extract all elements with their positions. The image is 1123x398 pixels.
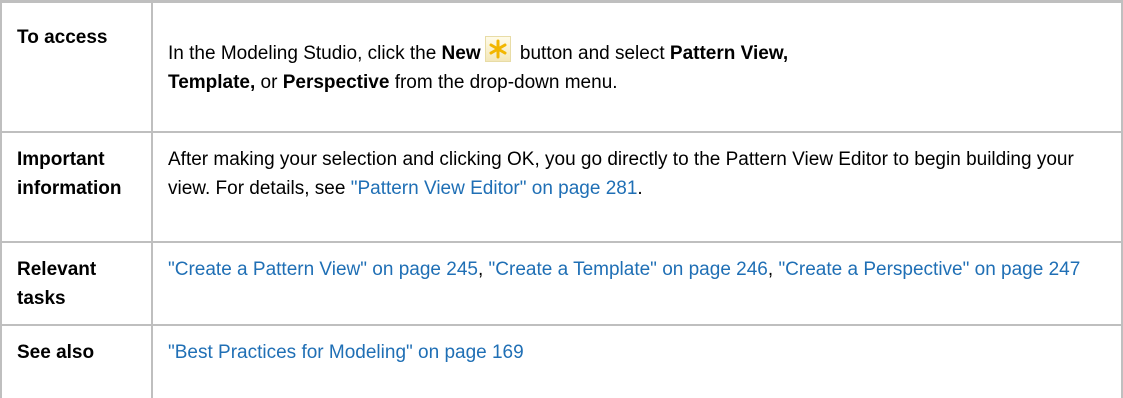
body-text: . xyxy=(637,178,643,199)
row-content: "Create a Pattern View" on page 245, "Cr… xyxy=(151,241,1123,326)
bold-text: Pattern View, xyxy=(669,43,789,64)
row-important-information: Important information After making your … xyxy=(0,131,1123,243)
row-to-access: To access In the Modeling Studio, click … xyxy=(0,0,1123,133)
bold-text: Perspective xyxy=(282,72,390,93)
body-text: button and select xyxy=(514,43,670,64)
row-content: In the Modeling Studio, click the New bu… xyxy=(151,0,1123,133)
row-label: See also xyxy=(0,324,153,398)
row-relevant-tasks: Relevant tasks "Create a Pattern View" o… xyxy=(0,241,1123,326)
bold-text: New xyxy=(441,43,481,64)
row-label: Important information xyxy=(0,131,153,243)
link-create-pattern-view[interactable]: "Create a Pattern View" on page 245 xyxy=(168,259,478,280)
row-content: After making your selection and clicking… xyxy=(151,131,1123,243)
link-create-perspective[interactable]: "Create a Perspective" on page 247 xyxy=(778,259,1080,280)
separator-text: , xyxy=(767,259,779,280)
new-star-icon xyxy=(484,36,511,62)
row-see-also: See also "Best Practices for Modeling" o… xyxy=(0,324,1123,398)
link-pattern-view-editor[interactable]: "Pattern View Editor" on page 281 xyxy=(351,178,638,199)
separator-text: , xyxy=(477,259,489,280)
row-label: Relevant tasks xyxy=(0,241,153,326)
bold-text: Template, xyxy=(168,72,256,93)
row-label: To access xyxy=(0,0,153,133)
row-content: "Best Practices for Modeling" on page 16… xyxy=(151,324,1123,398)
link-create-template[interactable]: "Create a Template" on page 246 xyxy=(489,259,768,280)
info-table: To access In the Modeling Studio, click … xyxy=(0,0,1123,398)
body-text: In the Modeling Studio, click the xyxy=(168,43,442,64)
link-best-practices-modeling[interactable]: "Best Practices for Modeling" on page 16… xyxy=(168,342,524,363)
body-text: from the drop-down menu. xyxy=(389,72,618,93)
body-text: or xyxy=(255,72,283,93)
